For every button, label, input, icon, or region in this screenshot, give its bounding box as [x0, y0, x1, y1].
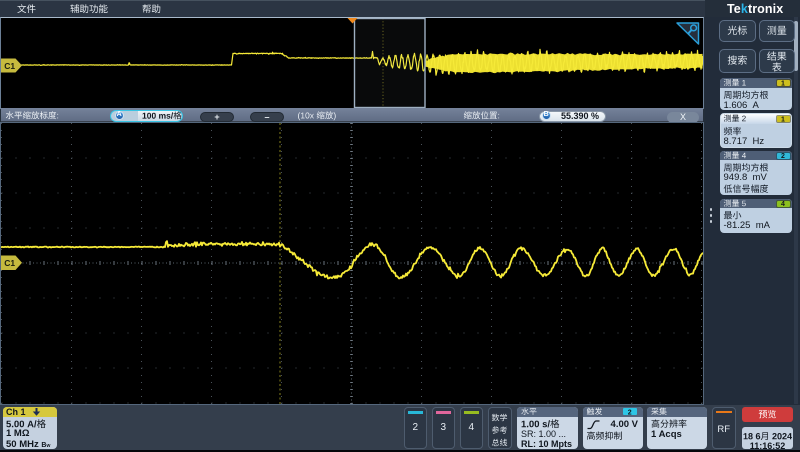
svg-text:4: 4: [781, 201, 785, 208]
svg-text:1: 1: [781, 81, 785, 88]
svg-text:1: 1: [781, 116, 785, 123]
svg-text:2: 2: [781, 153, 785, 160]
svg-text:2: 2: [628, 409, 632, 416]
